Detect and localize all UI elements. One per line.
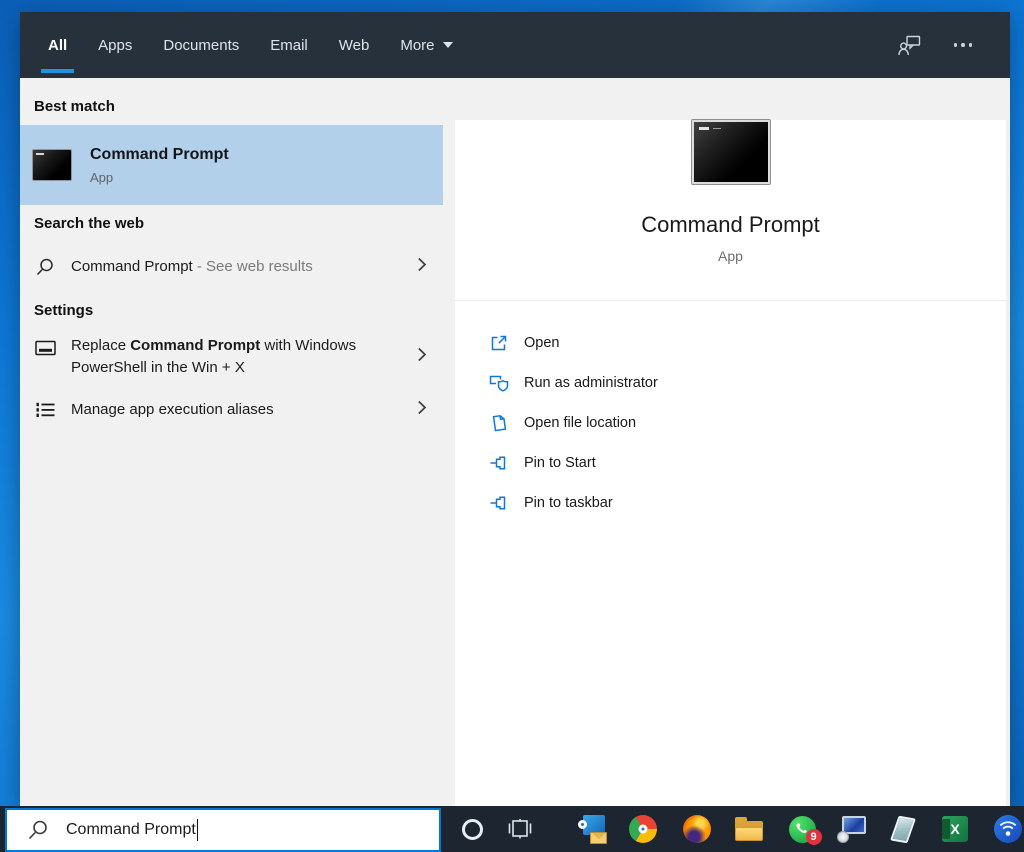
tab-email-label: Email	[270, 37, 308, 54]
file-location-icon	[489, 414, 509, 432]
best-match-result[interactable]: Command Prompt App	[20, 125, 443, 205]
file-explorer-icon[interactable]	[729, 806, 769, 852]
firefox-icon[interactable]	[677, 806, 717, 852]
command-prompt-icon	[32, 149, 72, 181]
tab-apps-label: Apps	[98, 37, 132, 54]
active-tab-underline	[41, 69, 74, 73]
search-header: All Apps Documents Email Web More	[20, 12, 1010, 78]
tab-web[interactable]: Web	[339, 12, 370, 78]
pin-icon	[489, 454, 509, 472]
feedback-icon[interactable]	[898, 35, 921, 56]
preview-subtitle: App	[455, 248, 1006, 264]
best-match-subtitle: App	[90, 170, 229, 185]
open-icon	[489, 334, 509, 352]
list-icon	[34, 402, 56, 418]
divider	[455, 300, 1006, 301]
notification-badge: 9	[806, 829, 822, 845]
action-pin-to-taskbar[interactable]: Pin to taskbar	[455, 483, 1006, 523]
tab-more-label: More	[400, 37, 434, 54]
outlook-icon[interactable]	[573, 806, 613, 852]
chevron-right-icon	[417, 257, 427, 277]
more-options-button[interactable]	[954, 43, 973, 47]
search-web-heading: Search the web	[20, 205, 443, 242]
header-actions	[898, 35, 1011, 56]
command-prompt-icon-large	[692, 120, 770, 184]
desktop-background: All Apps Documents Email Web More	[0, 0, 1024, 852]
action-list: Open Run as administrator	[455, 323, 1006, 523]
task-view-icon[interactable]	[500, 806, 540, 852]
chrome-icon[interactable]	[623, 806, 663, 852]
tab-all-label: All	[48, 37, 67, 54]
tab-web-label: Web	[339, 37, 370, 54]
filter-tabs: All Apps Documents Email Web More	[20, 12, 453, 78]
cortana-icon[interactable]	[452, 806, 492, 852]
pin-icon	[489, 494, 509, 512]
excel-icon[interactable]: X	[935, 806, 975, 852]
action-pin-to-start[interactable]: Pin to Start	[455, 443, 1006, 483]
remote-desktop-icon[interactable]	[833, 806, 873, 852]
search-icon	[34, 257, 56, 277]
shield-icon	[489, 374, 509, 393]
tablet-app-icon[interactable]	[883, 806, 923, 852]
tab-apps[interactable]: Apps	[98, 12, 132, 78]
settings-aliases-text: Manage app execution aliases	[71, 399, 274, 421]
text-cursor	[197, 819, 199, 841]
preview-pane: Command Prompt App Open	[443, 78, 1010, 806]
web-result-text: Command Prompt - See web results	[71, 256, 313, 278]
settings-result-aliases[interactable]: Manage app execution aliases	[20, 385, 443, 435]
mobile-hotspot-icon[interactable]	[988, 806, 1024, 852]
preview-title: Command Prompt	[455, 212, 1006, 238]
search-input-value: Command Prompt	[66, 821, 196, 839]
action-open-file-location[interactable]: Open file location	[455, 403, 1006, 443]
tab-more[interactable]: More	[400, 12, 452, 78]
action-run-as-administrator[interactable]: Run as administrator	[455, 363, 1006, 403]
best-match-heading: Best match	[20, 88, 443, 125]
results-list: Best match Command Prompt App Search the…	[20, 78, 443, 806]
taskbar-search-input[interactable]: Command Prompt	[5, 808, 441, 852]
chevron-right-icon	[417, 347, 427, 367]
tab-email[interactable]: Email	[270, 12, 308, 78]
whatsapp-icon[interactable]: 9	[782, 806, 822, 852]
best-match-title: Command Prompt	[90, 146, 229, 164]
web-search-result[interactable]: Command Prompt - See web results	[20, 242, 443, 292]
window-setting-icon	[34, 340, 56, 357]
preview-card: Command Prompt App Open	[455, 120, 1006, 830]
action-open[interactable]: Open	[455, 323, 1006, 363]
search-flyout-window: All Apps Documents Email Web More	[20, 12, 1010, 806]
chevron-down-icon	[443, 42, 453, 48]
tab-documents[interactable]: Documents	[163, 12, 239, 78]
search-results-area: Best match Command Prompt App Search the…	[20, 78, 1010, 806]
tab-all[interactable]: All	[48, 12, 67, 78]
settings-replace-text: Replace Command Prompt with Windows Powe…	[71, 335, 371, 379]
chevron-right-icon	[417, 400, 427, 420]
settings-result-replace-cmd[interactable]: Replace Command Prompt with Windows Powe…	[20, 329, 443, 385]
tab-documents-label: Documents	[163, 37, 239, 54]
settings-heading: Settings	[20, 292, 443, 329]
search-icon	[27, 819, 49, 841]
